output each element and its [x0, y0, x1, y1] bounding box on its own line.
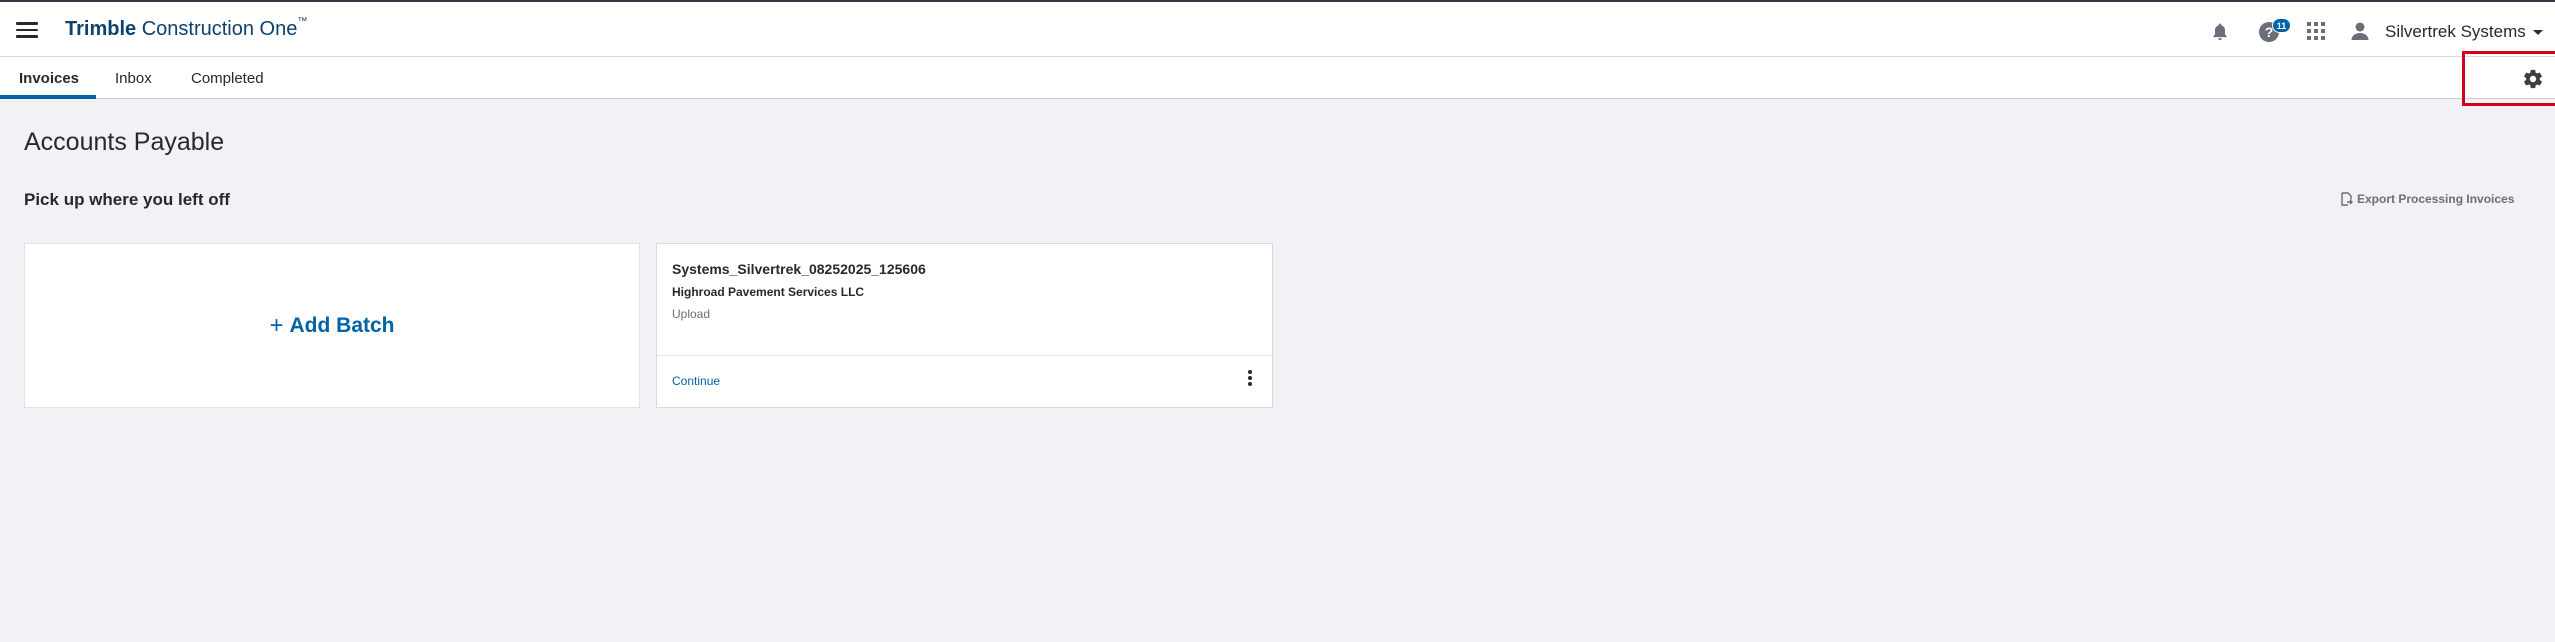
brand-logo[interactable]: Trimble Construction One™	[65, 16, 308, 41]
card-divider	[657, 355, 1272, 356]
account-name[interactable]: Silvertrek Systems	[2385, 22, 2526, 42]
user-icon[interactable]	[2350, 21, 2370, 41]
caret-down-icon[interactable]	[2532, 29, 2544, 36]
plus-icon: +	[269, 311, 284, 339]
add-batch-label: Add Batch	[289, 313, 395, 337]
apps-grid-icon[interactable]	[2306, 21, 2326, 41]
menu-icon[interactable]	[16, 22, 38, 38]
batch-vendor: Highroad Pavement Services LLC	[672, 285, 865, 299]
continue-link[interactable]: Continue	[672, 374, 720, 388]
brand-name-strong: Trimble	[65, 18, 137, 40]
batch-status: Upload	[672, 307, 711, 321]
tab-completed[interactable]: Completed	[191, 57, 264, 99]
page-title: Accounts Payable	[24, 128, 225, 156]
export-label: Export Processing Invoices	[2357, 192, 2515, 206]
top-navigation-bar: Trimble Construction One™ ? 11 Silvertre…	[0, 0, 2555, 57]
brand-trademark: ™	[297, 16, 308, 27]
gear-icon[interactable]	[2522, 68, 2544, 90]
batch-card: Systems_Silvertrek_08252025_125606 Highr…	[656, 243, 1273, 408]
more-options-icon[interactable]	[1247, 370, 1253, 390]
brand-name-light: Construction One	[136, 18, 298, 40]
tab-inbox[interactable]: Inbox	[115, 57, 152, 99]
help-notification-badge: 11	[2272, 18, 2291, 33]
tab-bar: Invoices Inbox Completed	[0, 57, 2555, 99]
active-tab-indicator	[0, 95, 96, 99]
bell-icon[interactable]	[2211, 22, 2229, 42]
export-processing-invoices-button[interactable]: Export Processing Invoices	[2340, 192, 2514, 206]
add-batch-card[interactable]: + Add Batch	[24, 243, 640, 408]
tab-invoices[interactable]: Invoices	[19, 57, 79, 99]
export-icon	[2341, 192, 2353, 206]
section-title: Pick up where you left off	[24, 190, 230, 209]
batch-name: Systems_Silvertrek_08252025_125606	[672, 261, 926, 277]
